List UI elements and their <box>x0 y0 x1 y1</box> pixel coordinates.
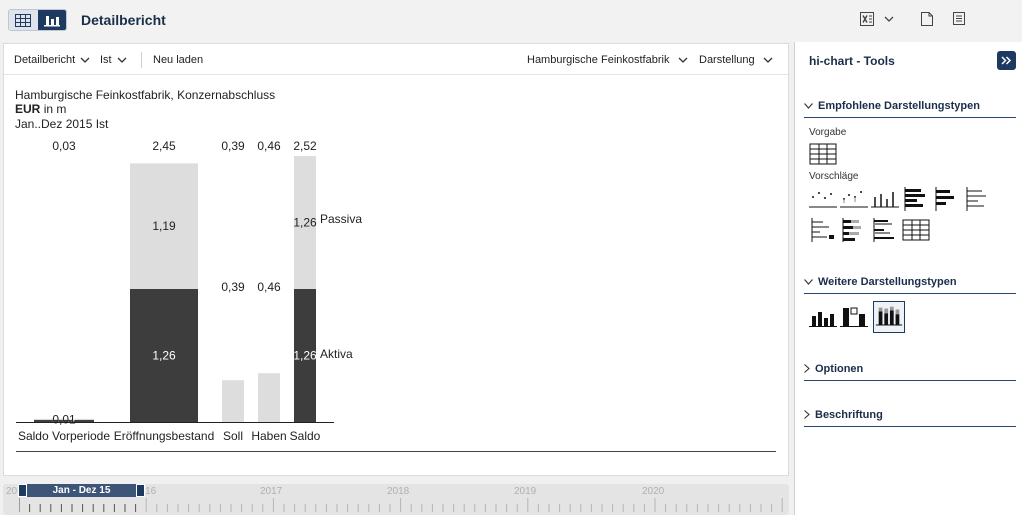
timeline-year-2020: 2020 <box>642 486 665 497</box>
vertical-pin-variance-icon[interactable] <box>809 216 837 244</box>
horizontal-pin-chart-icon[interactable] <box>964 185 992 213</box>
section-recommended-label: Empfohlene Darstellungstypen <box>818 99 980 112</box>
reload-label: Neu laden <box>153 54 204 66</box>
chart-unit-line: EUR in m <box>15 102 66 116</box>
section-recommended-types[interactable]: Empfohlene Darstellungstypen <box>804 94 1016 118</box>
report-toolbar: Detailbericht Ist Neu laden Hamburgische… <box>4 44 788 75</box>
chevron-down-icon <box>804 102 813 109</box>
section-more-label: Weitere Darstellungstypen <box>818 275 957 288</box>
legend-passiva: Passiva <box>320 212 362 226</box>
excel-icon <box>860 12 874 26</box>
total-label-3: 0,46 <box>257 139 281 153</box>
chart-view-button[interactable] <box>37 10 66 30</box>
waterfall-chart-icon[interactable] <box>840 304 868 332</box>
needle-chart-icon[interactable] <box>871 185 899 213</box>
reload-button[interactable]: Neu laden <box>153 54 203 66</box>
chevron-down-icon <box>763 57 773 63</box>
stacked-bar-chart: 0,020,010,03Saldo Vorperiode1,261,192,45… <box>16 139 776 452</box>
top-bar: Detailbericht <box>0 0 1022 42</box>
new-document-button[interactable] <box>921 12 933 26</box>
timeline-slider[interactable]: 2015 2016 2017 2018 2019 2020 Jan - Dez … <box>3 484 789 515</box>
report-icon <box>953 12 965 25</box>
tools-sidebar: hi-chart - Tools Empfohlene Darstellungs… <box>794 42 1022 515</box>
toolbar-divider <box>141 52 142 68</box>
dot-chart-icon[interactable] <box>809 185 837 213</box>
bar-chart-icon <box>43 15 60 26</box>
scenario-dropdown[interactable]: Ist <box>100 54 127 66</box>
chevron-right-icon <box>804 364 810 373</box>
total-label-2: 0,39 <box>221 139 245 153</box>
data-label-aktiva-4: 1,26 <box>293 349 317 363</box>
category-label-0: Saldo Vorperiode <box>18 429 110 443</box>
table-icon <box>15 13 32 27</box>
column-chart-icon[interactable] <box>809 304 837 332</box>
report-card: Detailbericht Ist Neu laden Hamburgische… <box>3 43 789 476</box>
chart-period: Jan..Dez 2015 Ist <box>15 117 109 131</box>
timeline-year-2018: 2018 <box>387 486 410 497</box>
section-more-types[interactable]: Weitere Darstellungstypen <box>804 270 1016 294</box>
scenario-dropdown-label: Ist <box>100 54 112 66</box>
excel-export-button[interactable] <box>860 12 894 26</box>
default-label: Vorgabe <box>809 127 847 138</box>
suggestions-label: Vorschläge <box>809 171 859 182</box>
timeline-year-2017: 2017 <box>260 486 283 497</box>
chart-company: Hamburgische Feinkostfabrik, Konzernabsc… <box>15 88 276 102</box>
chevron-down-icon <box>804 278 813 285</box>
timeline-start-handle[interactable] <box>18 484 27 497</box>
chevron-down-icon <box>80 57 90 63</box>
report-dropdown[interactable]: Detailbericht <box>14 54 90 66</box>
horizontal-bar-chart-icon[interactable] <box>902 185 930 213</box>
horizontal-grouped-bar-icon[interactable] <box>871 216 899 244</box>
data-label-aktiva-3: 0,46 <box>257 280 281 294</box>
table-view-button[interactable] <box>9 10 38 30</box>
category-label-2: Soll <box>223 429 243 443</box>
data-label-aktiva-1: 1,26 <box>152 349 176 363</box>
section-options[interactable]: Optionen <box>804 357 1016 381</box>
total-label-4: 2,52 <box>293 139 317 153</box>
collapse-sidebar-button[interactable] <box>997 51 1016 70</box>
chevron-down-icon <box>678 57 688 63</box>
section-labels[interactable]: Beschriftung <box>804 403 1016 427</box>
category-label-4: Saldo <box>290 429 321 443</box>
timeline-selection[interactable]: Jan - Dez 15 <box>18 484 145 497</box>
bar-fill-2 <box>222 380 244 422</box>
horizontal-stacked-bar-icon[interactable] <box>840 216 868 244</box>
total-label-0: 0,03 <box>52 139 76 153</box>
table-chart-type-icon[interactable] <box>809 140 837 168</box>
category-label-1: Eröffnungsbestand <box>114 429 215 443</box>
page-title: Detailbericht <box>81 12 166 28</box>
timeline-end-handle[interactable] <box>136 484 145 497</box>
data-label-passiva-1: 1,19 <box>152 219 176 233</box>
document-icon <box>921 12 933 26</box>
horizontal-bar-variance-icon[interactable] <box>933 185 961 213</box>
sidebar-title: hi-chart - Tools <box>809 54 895 68</box>
bar-fill-3 <box>258 373 280 422</box>
company-dropdown-label: Hamburgische Feinkostfabrik <box>527 54 670 66</box>
dot-variance-chart-icon[interactable] <box>840 185 868 213</box>
chart-currency: EUR <box>15 102 41 116</box>
timeline-ticks <box>19 498 783 512</box>
chart-unit: in m <box>43 102 67 116</box>
section-labels-label: Beschriftung <box>815 408 883 421</box>
data-label-passiva-0: 0,01 <box>52 412 76 426</box>
chevron-down-icon <box>117 57 127 63</box>
timeline-year-2019: 2019 <box>514 486 537 497</box>
data-label-passiva-4: 1,26 <box>293 216 317 230</box>
display-dropdown-label: Darstellung <box>699 54 755 66</box>
view-toggle <box>8 9 67 31</box>
report-button[interactable] <box>953 12 965 25</box>
stacked-column-chart-icon[interactable] <box>873 301 905 333</box>
display-dropdown[interactable]: Darstellung <box>699 54 773 66</box>
report-dropdown-label: Detailbericht <box>14 54 76 66</box>
chevron-down-icon <box>884 16 894 22</box>
section-options-label: Optionen <box>815 362 864 375</box>
company-dropdown[interactable]: Hamburgische Feinkostfabrik <box>527 54 688 66</box>
category-label-3: Haben <box>251 429 286 443</box>
legend-aktiva: Aktiva <box>320 347 353 361</box>
chevron-right-icon <box>804 410 810 419</box>
total-label-1: 2,45 <box>152 139 176 153</box>
data-label-aktiva-2: 0,39 <box>221 280 245 294</box>
double-chevron-right-icon <box>1001 56 1012 65</box>
table-chart-icon[interactable] <box>902 216 930 244</box>
